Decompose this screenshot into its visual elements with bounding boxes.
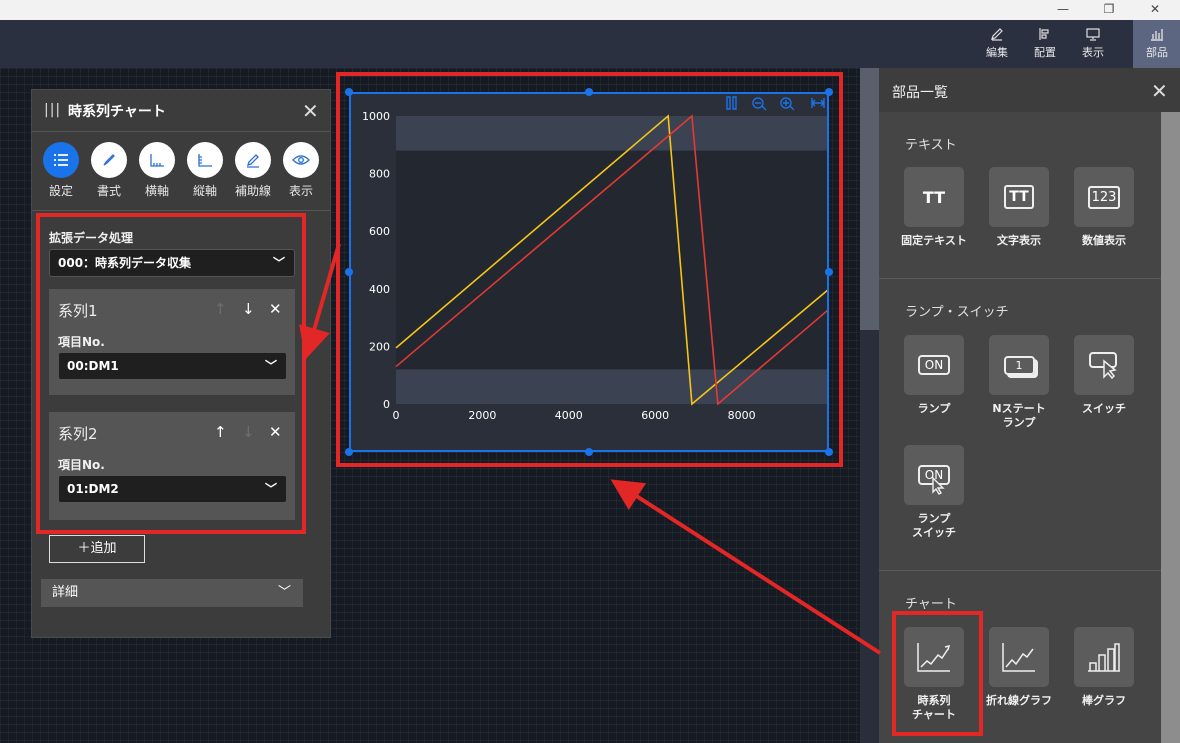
window-close-button[interactable]: ✕	[1132, 0, 1178, 20]
y-axis-icon	[187, 142, 223, 178]
canvas-scrollbar[interactable]	[860, 68, 879, 743]
part-fixed-text[interactable]: TT 固定テキスト	[896, 167, 972, 248]
tab-divider	[32, 210, 330, 211]
restore-button[interactable]: ❐	[1086, 0, 1132, 20]
tab-y-axis[interactable]: 縦軸	[181, 142, 229, 199]
parts-scrollbar-thumb[interactable]	[1161, 112, 1180, 743]
parts-chart-icon	[1151, 29, 1163, 41]
parts-panel-close-button[interactable]: ✕	[1151, 81, 1168, 101]
add-series-button[interactable]: ＋追加	[49, 535, 145, 563]
canvas-scrollbar-thumb[interactable]	[860, 68, 879, 330]
lamp-icon: ON	[904, 335, 964, 395]
property-panel-title: 時系列チャート	[68, 104, 166, 120]
part-number-display-label: 数値表示	[1082, 234, 1126, 247]
pencil-icon	[991, 28, 1003, 41]
part-lamp-switch-label: ランプ スイッチ	[912, 512, 956, 539]
parts-group-lamp-switch: ランプ・スイッチ ON ランプ 1 Nステート ランプ スイッチ ON ランプ …	[879, 280, 1161, 571]
eye-icon	[283, 142, 319, 178]
parts-group-text-title: テキスト	[905, 138, 957, 153]
toolbar-parts-button[interactable]: 部品	[1133, 20, 1180, 68]
parts-group-text: テキスト TT 固定テキスト TT 文字表示 123 数値表示	[879, 112, 1161, 279]
part-line-graph-label: 折れ線グラフ	[986, 694, 1052, 707]
tab-guide-line[interactable]: 補助線	[229, 142, 277, 199]
part-switch[interactable]: スイッチ	[1066, 335, 1142, 416]
top-toolbar: 編集 配置 表示 部品	[0, 20, 1180, 68]
line-graph-icon	[989, 627, 1049, 687]
tab-guide-line-label: 補助線	[234, 184, 271, 198]
property-panel-header[interactable]: ||| 時系列チャート ✕	[32, 90, 330, 132]
tab-x-axis[interactable]: 横軸	[133, 142, 181, 199]
toolbar-view-label: 表示	[1082, 46, 1104, 59]
fixed-text-glyph: TT	[922, 187, 946, 207]
text-display-glyph: TT	[1004, 185, 1034, 209]
list-icon	[43, 142, 79, 178]
tab-display-label: 表示	[288, 184, 313, 198]
switch-icon	[1074, 335, 1134, 395]
part-lamp[interactable]: ON ランプ	[896, 335, 972, 416]
highlight-series-settings	[36, 213, 306, 534]
parts-group-chart-title: チャート	[905, 597, 957, 612]
monitor-icon	[1086, 28, 1100, 41]
tab-format-label: 書式	[96, 184, 121, 198]
lamp-glyph: ON	[917, 355, 951, 375]
n-state-lamp-glyph: 1	[1003, 355, 1035, 375]
toolbar-layout-label: 配置	[1034, 46, 1056, 59]
tab-format[interactable]: 書式	[85, 142, 133, 199]
part-bar-graph-label: 棒グラフ	[1082, 694, 1126, 707]
part-switch-label: スイッチ	[1082, 402, 1126, 415]
toolbar-layout-button[interactable]: 配置	[1021, 20, 1069, 68]
tab-display[interactable]: 表示	[277, 142, 325, 199]
part-fixed-text-label: 固定テキスト	[901, 234, 967, 247]
tab-y-axis-label: 縦軸	[192, 184, 217, 198]
align-icon	[1039, 28, 1049, 40]
x-axis-icon	[139, 142, 175, 178]
guide-line-icon	[235, 142, 271, 178]
parts-scrollbar[interactable]	[1161, 112, 1180, 743]
bar-graph-icon	[1074, 627, 1134, 687]
part-n-state-lamp[interactable]: 1 Nステート ランプ	[981, 335, 1057, 430]
property-panel-close-button[interactable]: ✕	[302, 101, 319, 121]
part-n-state-lamp-label: Nステート ランプ	[992, 402, 1046, 429]
fixed-text-icon: TT	[904, 167, 964, 227]
detail-label: 詳細	[52, 585, 79, 600]
highlight-chart-widget	[336, 72, 843, 467]
part-lamp-switch[interactable]: ON ランプ スイッチ	[896, 445, 972, 540]
toolbar-view-button[interactable]: 表示	[1069, 20, 1117, 68]
parts-panel-title: 部品一覧	[892, 85, 948, 101]
tab-settings[interactable]: 設定	[37, 142, 85, 199]
toolbar-edit-label: 編集	[986, 46, 1008, 59]
text-display-icon: TT	[989, 167, 1049, 227]
toolbar-edit-button[interactable]: 編集	[973, 20, 1021, 68]
tab-x-axis-label: 横軸	[144, 184, 169, 198]
lamp-switch-icon: ON	[904, 445, 964, 505]
part-line-graph[interactable]: 折れ線グラフ	[981, 627, 1057, 708]
part-number-display[interactable]: 123 数値表示	[1066, 167, 1142, 248]
part-lamp-label: ランプ	[917, 402, 951, 415]
part-bar-graph[interactable]: 棒グラフ	[1066, 627, 1142, 708]
number-display-icon: 123	[1074, 167, 1134, 227]
detail-section-toggle[interactable]: 詳細 ﹀	[41, 579, 303, 607]
window-title-bar: — ❐ ✕	[0, 0, 1180, 20]
minimize-button[interactable]: —	[1040, 0, 1086, 20]
number-display-glyph: 123	[1087, 185, 1121, 209]
n-state-lamp-icon: 1	[989, 335, 1049, 395]
part-text-display[interactable]: TT 文字表示	[981, 167, 1057, 248]
chevron-down-icon: ﹀	[277, 585, 291, 600]
brush-icon	[91, 142, 127, 178]
highlight-time-series-part	[892, 611, 983, 736]
toolbar-parts-label: 部品	[1146, 46, 1168, 59]
parts-group-lamp-switch-title: ランプ・スイッチ	[905, 305, 1009, 320]
tab-settings-label: 設定	[48, 184, 73, 198]
part-text-display-label: 文字表示	[997, 234, 1041, 247]
drag-handle-icon[interactable]: |||	[44, 102, 61, 118]
